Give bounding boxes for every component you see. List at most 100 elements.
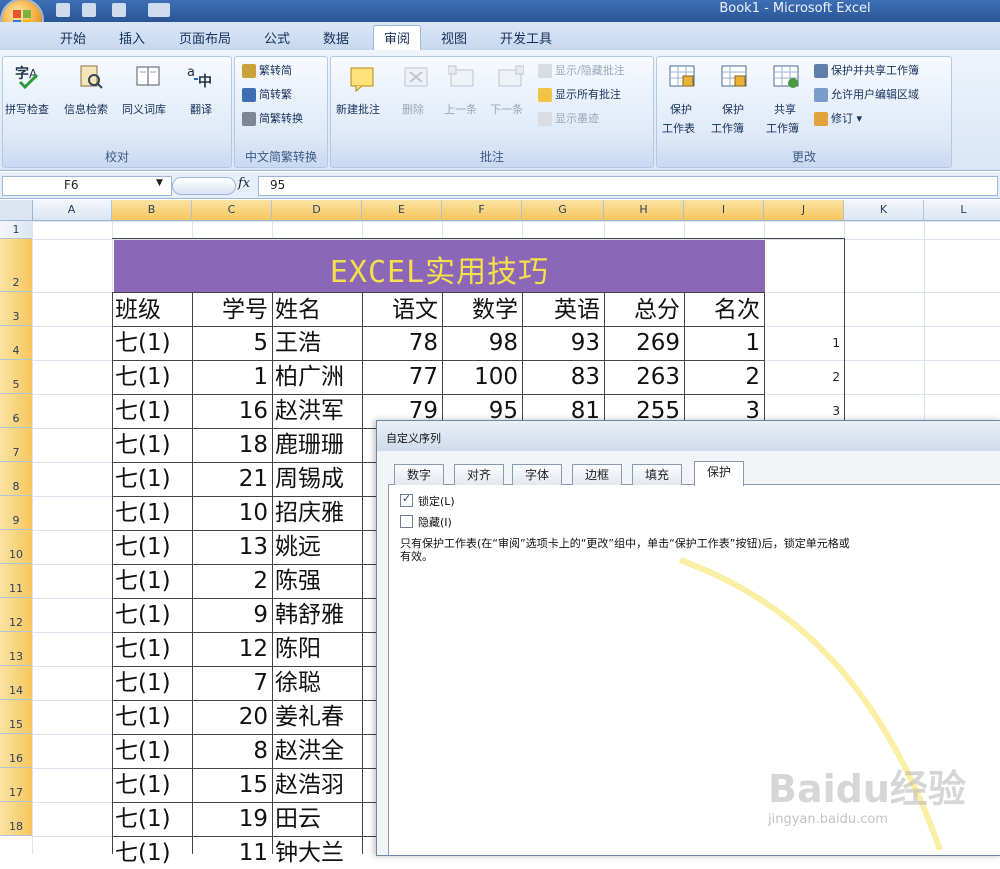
tab-developer[interactable]: 开发工具 <box>500 28 552 47</box>
protect-workbook-label-1[interactable]: 保护 <box>722 101 744 117</box>
cell-student-id[interactable]: 1 <box>194 361 268 393</box>
cell-name[interactable]: 周锡成 <box>275 463 344 495</box>
cell-name[interactable]: 田云 <box>275 803 321 835</box>
cell-class[interactable]: 七(1) <box>115 701 171 733</box>
column-header-e[interactable]: E <box>362 200 442 220</box>
row-header-7[interactable]: 7 <box>0 428 32 462</box>
customize-qat-icon[interactable] <box>148 3 170 17</box>
cell-class[interactable]: 七(1) <box>115 327 171 359</box>
hidden-label[interactable]: 隐藏(I) <box>418 514 452 530</box>
locked-label[interactable]: 锁定(L) <box>418 493 455 509</box>
select-all-corner[interactable] <box>0 200 33 220</box>
header-math[interactable]: 数学 <box>444 294 518 326</box>
cell-rank[interactable]: 1 <box>686 327 760 359</box>
show-ink-button[interactable]: 显示墨迹 <box>538 110 599 126</box>
cell-name[interactable]: 韩舒雅 <box>275 599 344 631</box>
cell-student-id[interactable]: 20 <box>194 701 268 733</box>
cell-english[interactable]: 83 <box>524 361 600 393</box>
cell-name[interactable]: 陈阳 <box>275 633 321 665</box>
protect-workbook-label-2[interactable]: 工作簿 <box>711 120 744 136</box>
cell-student-id[interactable]: 11 <box>194 837 268 869</box>
protect-share-workbook-button[interactable]: 保护并共享工作簿 <box>814 62 919 78</box>
header-total[interactable]: 总分 <box>606 294 680 326</box>
dialog-tab-protection[interactable]: 保护 <box>694 461 745 486</box>
cell-class[interactable]: 七(1) <box>115 463 171 495</box>
column-header-j[interactable]: J <box>764 200 844 220</box>
name-box[interactable] <box>2 176 172 196</box>
next-comment-button[interactable]: 下一条 <box>490 101 523 117</box>
cell-j-value[interactable]: 3 <box>810 404 840 418</box>
cell-math[interactable]: 98 <box>444 327 518 359</box>
row-header-5[interactable]: 5 <box>0 360 32 394</box>
column-header-f[interactable]: F <box>442 200 522 220</box>
cell-student-id[interactable]: 19 <box>194 803 268 835</box>
row-header-8[interactable]: 8 <box>0 462 32 496</box>
dialog-tab-alignment[interactable]: 对齐 <box>454 464 505 485</box>
cell-student-id[interactable]: 21 <box>194 463 268 495</box>
cell-name[interactable]: 柏广洲 <box>275 361 344 393</box>
track-changes-button[interactable]: 修订 ▾ <box>814 110 862 126</box>
cell-name[interactable]: 钟大兰 <box>275 837 344 869</box>
row-header-12[interactable]: 12 <box>0 598 32 632</box>
spellcheck-button[interactable]: 拼写检查 <box>5 101 49 117</box>
insert-function-icon[interactable]: fx <box>238 176 250 191</box>
cell-total[interactable]: 269 <box>606 327 680 359</box>
column-header-g[interactable]: G <box>522 200 604 220</box>
cell-chinese[interactable]: 77 <box>364 361 438 393</box>
row-header-3[interactable]: 3 <box>0 292 32 326</box>
dialog-tab-font[interactable]: 字体 <box>512 464 563 485</box>
header-chinese[interactable]: 语文 <box>364 294 438 326</box>
cell-student-id[interactable]: 7 <box>194 667 268 699</box>
cell-class[interactable]: 七(1) <box>115 803 171 835</box>
cell-student-id[interactable]: 15 <box>194 769 268 801</box>
chinese-conversion-button[interactable]: 简繁转换 <box>242 110 303 126</box>
header-class[interactable]: 班级 <box>115 294 161 326</box>
row-header-13[interactable]: 13 <box>0 632 32 666</box>
cell-student-id[interactable]: 9 <box>194 599 268 631</box>
cell-total[interactable]: 263 <box>606 361 680 393</box>
cell-chinese[interactable]: 78 <box>364 327 438 359</box>
header-student-id[interactable]: 学号 <box>194 294 268 326</box>
cell-rank[interactable]: 2 <box>686 361 760 393</box>
allow-edit-ranges-button[interactable]: 允许用户编辑区域 <box>814 86 919 102</box>
column-header-c[interactable]: C <box>192 200 272 220</box>
row-header-2[interactable]: 2 <box>0 239 32 292</box>
tab-insert[interactable]: 插入 <box>119 28 145 47</box>
cell-class[interactable]: 七(1) <box>115 769 171 801</box>
header-rank[interactable]: 名次 <box>686 294 760 326</box>
share-workbook-label-1[interactable]: 共享 <box>774 101 796 117</box>
cell-name[interactable]: 王浩 <box>275 327 321 359</box>
thesaurus-button[interactable]: 同义词库 <box>122 101 166 117</box>
protect-sheet-label-1[interactable]: 保护 <box>670 101 692 117</box>
cell-student-id[interactable]: 5 <box>194 327 268 359</box>
cell-class[interactable]: 七(1) <box>115 735 171 767</box>
cell-name[interactable]: 赵洪全 <box>275 735 344 767</box>
tab-data[interactable]: 数据 <box>323 28 349 47</box>
dialog-tab-fill[interactable]: 填充 <box>632 464 683 485</box>
tab-review[interactable]: 审阅 <box>373 25 422 53</box>
dialog-title-bar[interactable] <box>377 421 1000 451</box>
delete-comment-button[interactable]: 删除 <box>402 101 424 117</box>
row-header-17[interactable]: 17 <box>0 768 32 802</box>
row-header-11[interactable]: 11 <box>0 564 32 598</box>
column-header-k[interactable]: K <box>844 200 924 220</box>
cell-j-value[interactable]: 2 <box>810 370 840 384</box>
column-header-d[interactable]: D <box>272 200 362 220</box>
cell-name[interactable]: 姚远 <box>275 531 321 563</box>
cell-student-id[interactable]: 10 <box>194 497 268 529</box>
tab-view[interactable]: 视图 <box>441 28 467 47</box>
name-box-dropdown-icon[interactable]: ▼ <box>156 178 163 188</box>
cell-class[interactable]: 七(1) <box>115 667 171 699</box>
cell-class[interactable]: 七(1) <box>115 395 171 427</box>
header-english[interactable]: 英语 <box>524 294 600 326</box>
row-header-1[interactable]: 1 <box>0 221 32 239</box>
row-header-16[interactable]: 16 <box>0 734 32 768</box>
translate-button[interactable]: 翻译 <box>190 101 212 117</box>
new-comment-button[interactable]: 新建批注 <box>336 101 380 117</box>
cell-class[interactable]: 七(1) <box>115 429 171 461</box>
cell-student-id[interactable]: 18 <box>194 429 268 461</box>
formula-bar-resize-handle[interactable] <box>172 177 236 195</box>
cell-name[interactable]: 徐聪 <box>275 667 321 699</box>
row-header-9[interactable]: 9 <box>0 496 32 530</box>
cell-class[interactable]: 七(1) <box>115 565 171 597</box>
